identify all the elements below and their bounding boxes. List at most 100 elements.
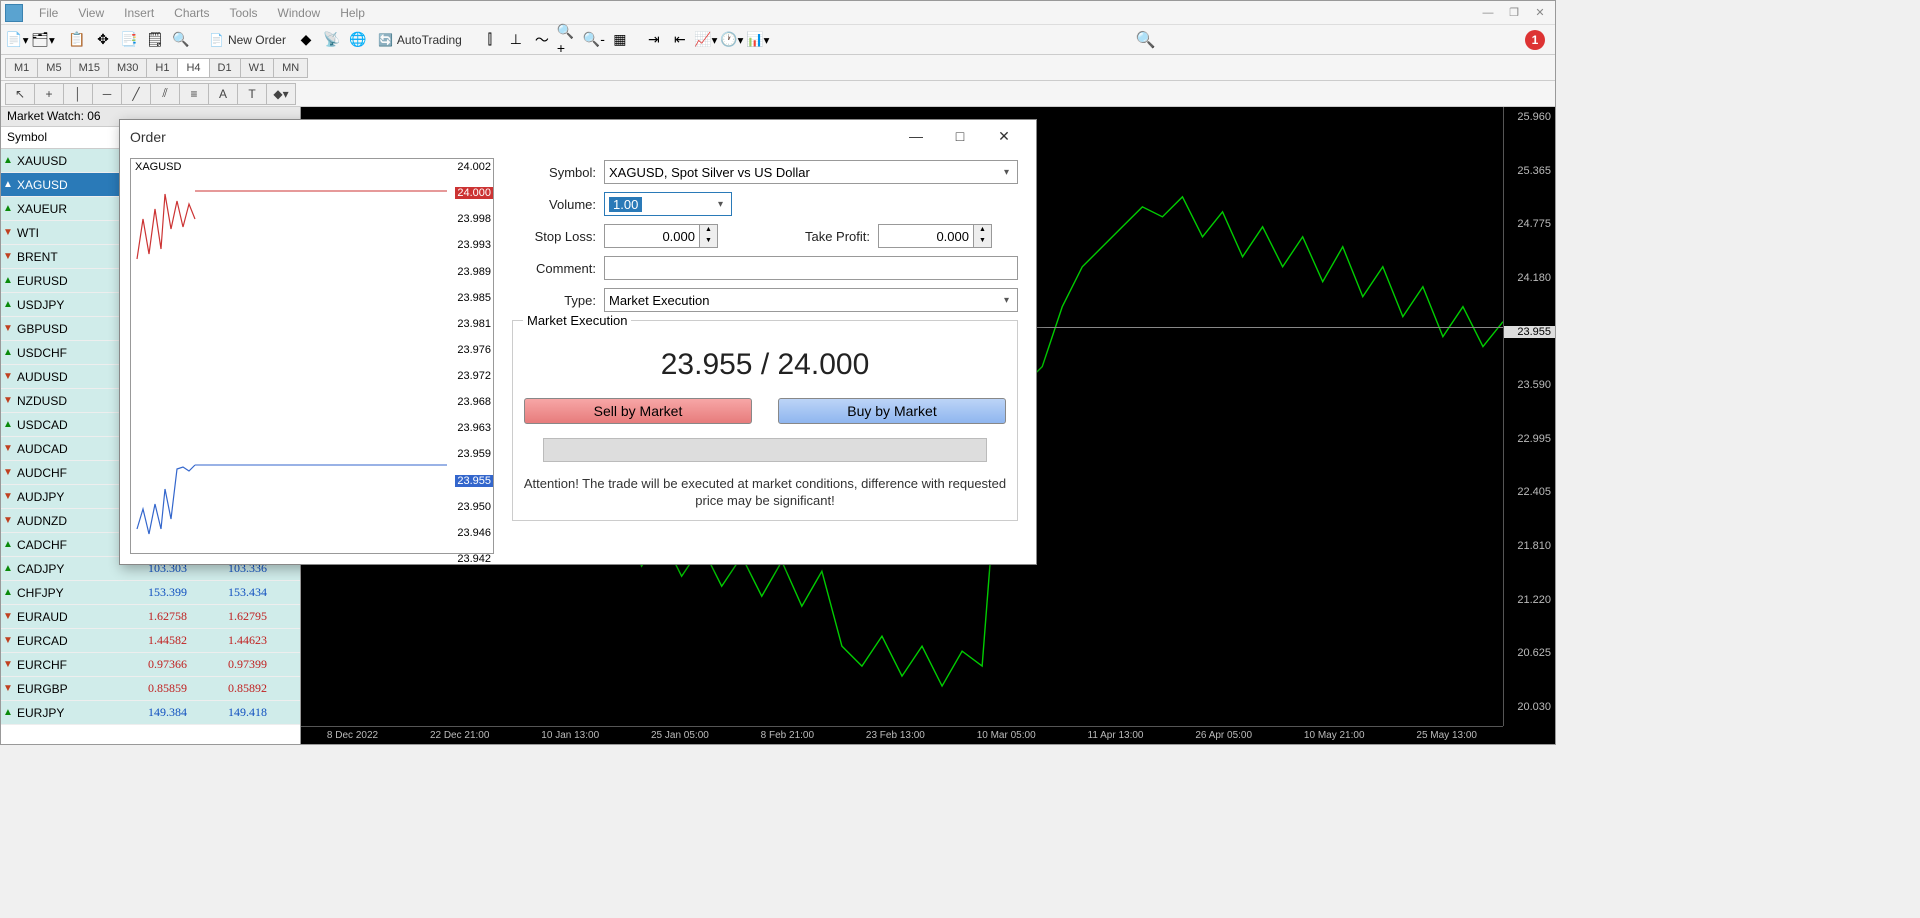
window-min-icon[interactable]: — [1477, 4, 1499, 22]
new-chart-icon[interactable]: 📄▾ [5, 28, 29, 52]
metaquotes-icon[interactable]: ◆ [294, 28, 318, 52]
periodicity-icon[interactable]: 🕐▾ [720, 28, 744, 52]
takeprofit-label: Take Profit: [718, 229, 878, 244]
menubar: FileViewInsertChartsToolsWindowHelp — ❐ … [1, 1, 1555, 25]
dialog-max-icon[interactable]: □ [938, 122, 982, 152]
sell-by-market-button[interactable]: Sell by Market [524, 398, 752, 424]
templates-icon[interactable]: 📊▾ [746, 28, 770, 52]
arrow-up-icon: ▲ [1, 275, 15, 286]
window-restore-icon[interactable]: ❐ [1503, 4, 1525, 22]
symbol-cell: GBPUSD [15, 322, 115, 336]
candle-chart-icon[interactable]: ⊥ [504, 28, 528, 52]
line-chart-icon[interactable]: ～ [530, 28, 554, 52]
stepper-up-icon[interactable]: ▲ [700, 225, 717, 236]
menu-insert[interactable]: Insert [114, 6, 164, 20]
strategy-tester-icon[interactable]: 🔍 [169, 28, 193, 52]
dialog-close-icon[interactable]: ✕ [982, 122, 1026, 152]
stoploss-input[interactable]: ▲▼ [604, 224, 718, 248]
menu-file[interactable]: File [29, 6, 68, 20]
takeprofit-input[interactable]: ▲▼ [878, 224, 992, 248]
text-label-icon[interactable]: T [237, 83, 267, 105]
menu-tools[interactable]: Tools [220, 6, 268, 20]
symbol-cell: XAUUSD [15, 154, 115, 168]
symbol-cell: EURUSD [15, 274, 115, 288]
autoscroll-icon[interactable]: ⇥ [642, 28, 666, 52]
fibo-icon[interactable]: ≡ [179, 83, 209, 105]
type-select[interactable]: Market Execution▾ [604, 288, 1018, 312]
symbol-cell: CADJPY [15, 562, 115, 576]
market-watch-row[interactable]: ▼EURGBP0.858590.85892 [1, 677, 300, 701]
stepper-down-icon[interactable]: ▼ [974, 236, 991, 247]
timeframe-H4[interactable]: H4 [177, 58, 209, 78]
data-window-icon[interactable]: 📑 [117, 28, 141, 52]
arrow-down-icon: ▼ [1, 323, 15, 334]
main-toolbar: 📄▾ 🗂▾ 📋 ✥ 📑 🗒 🔍 📄New Order ◆ 📡 🌐 🔄AutoTr… [1, 25, 1555, 55]
vline-icon[interactable]: │ [63, 83, 93, 105]
objects-icon[interactable]: ◆▾ [266, 83, 296, 105]
hline-icon[interactable]: ─ [92, 83, 122, 105]
bar-chart-icon[interactable]: ⫿ [478, 28, 502, 52]
market-watch-row[interactable]: ▼EURCAD1.445821.44623 [1, 629, 300, 653]
indicators-icon[interactable]: 📈▾ [694, 28, 718, 52]
zoom-out-icon[interactable]: 🔍- [582, 28, 606, 52]
symbol-select[interactable]: XAGUSD, Spot Silver vs US Dollar▾ [604, 160, 1018, 184]
market-watch-toggle-icon[interactable]: 📋 [65, 28, 89, 52]
tile-windows-icon[interactable]: ▦ [608, 28, 632, 52]
timeframe-M15[interactable]: M15 [70, 58, 109, 78]
x-tick: 8 Feb 21:00 [761, 730, 814, 741]
x-tick: 26 Apr 05:00 [1195, 730, 1252, 741]
symbol-cell: WTI [15, 226, 115, 240]
buy-by-market-button[interactable]: Buy by Market [778, 398, 1006, 424]
zoom-in-icon[interactable]: 🔍+ [556, 28, 580, 52]
mini-y-tick: 23.942 [457, 553, 491, 565]
window-close-icon[interactable]: ✕ [1529, 4, 1551, 22]
symbol-cell: EURAUD [15, 610, 115, 624]
app-icon [5, 4, 23, 22]
arrow-up-icon: ▲ [1, 539, 15, 550]
timeframe-M5[interactable]: M5 [37, 58, 70, 78]
arrow-up-icon: ▲ [1, 179, 15, 190]
comment-input[interactable] [604, 256, 1018, 280]
chart-y-axis: 25.96025.36524.77524.18023.95523.59022.9… [1503, 107, 1555, 726]
type-label: Type: [512, 293, 604, 308]
timeframe-M1[interactable]: M1 [5, 58, 38, 78]
channel-icon[interactable]: ⫽ [150, 83, 180, 105]
stepper-down-icon[interactable]: ▼ [700, 236, 717, 247]
text-icon[interactable]: A [208, 83, 238, 105]
volume-input[interactable]: 1.00▾ [604, 192, 732, 216]
timeframe-M30[interactable]: M30 [108, 58, 147, 78]
market-watch-row[interactable]: ▼EURCHF0.973660.97399 [1, 653, 300, 677]
market-watch-row[interactable]: ▼EURAUD1.627581.62795 [1, 605, 300, 629]
notification-badge[interactable]: 1 [1525, 30, 1545, 50]
signals-icon[interactable]: 📡 [320, 28, 344, 52]
crosshair-icon[interactable]: + [34, 83, 64, 105]
menu-window[interactable]: Window [268, 6, 331, 20]
navigator-toggle-icon[interactable]: ✥ [91, 28, 115, 52]
arrow-up-icon: ▲ [1, 203, 15, 214]
autotrading-button[interactable]: 🔄AutoTrading [372, 33, 468, 47]
mini-y-tick: 23.955 [455, 475, 493, 487]
terminal-toggle-icon[interactable]: 🗒 [143, 28, 167, 52]
timeframe-D1[interactable]: D1 [209, 58, 241, 78]
menu-charts[interactable]: Charts [164, 6, 219, 20]
trendline-icon[interactable]: ╱ [121, 83, 151, 105]
dialog-min-icon[interactable]: — [894, 122, 938, 152]
market-watch-row[interactable]: ▲CHFJPY153.399153.434 [1, 581, 300, 605]
market-watch-row[interactable]: ▲EURJPY149.384149.418 [1, 701, 300, 725]
timeframe-W1[interactable]: W1 [240, 58, 275, 78]
chart-shift-icon[interactable]: ⇤ [668, 28, 692, 52]
cursor-icon[interactable]: ↖ [5, 83, 35, 105]
new-order-button[interactable]: 📄New Order [203, 33, 292, 47]
y-tick: 22.995 [1517, 433, 1551, 445]
arrow-down-icon: ▼ [1, 443, 15, 454]
menu-view[interactable]: View [68, 6, 114, 20]
menu-help[interactable]: Help [330, 6, 375, 20]
y-tick: 20.625 [1517, 647, 1551, 659]
globe-icon[interactable]: 🌐 [346, 28, 370, 52]
x-tick: 8 Dec 2022 [327, 730, 378, 741]
search-icon[interactable]: 🔍 [1135, 30, 1155, 50]
stepper-up-icon[interactable]: ▲ [974, 225, 991, 236]
profiles-icon[interactable]: 🗂▾ [31, 28, 55, 52]
timeframe-MN[interactable]: MN [273, 58, 308, 78]
timeframe-H1[interactable]: H1 [146, 58, 178, 78]
